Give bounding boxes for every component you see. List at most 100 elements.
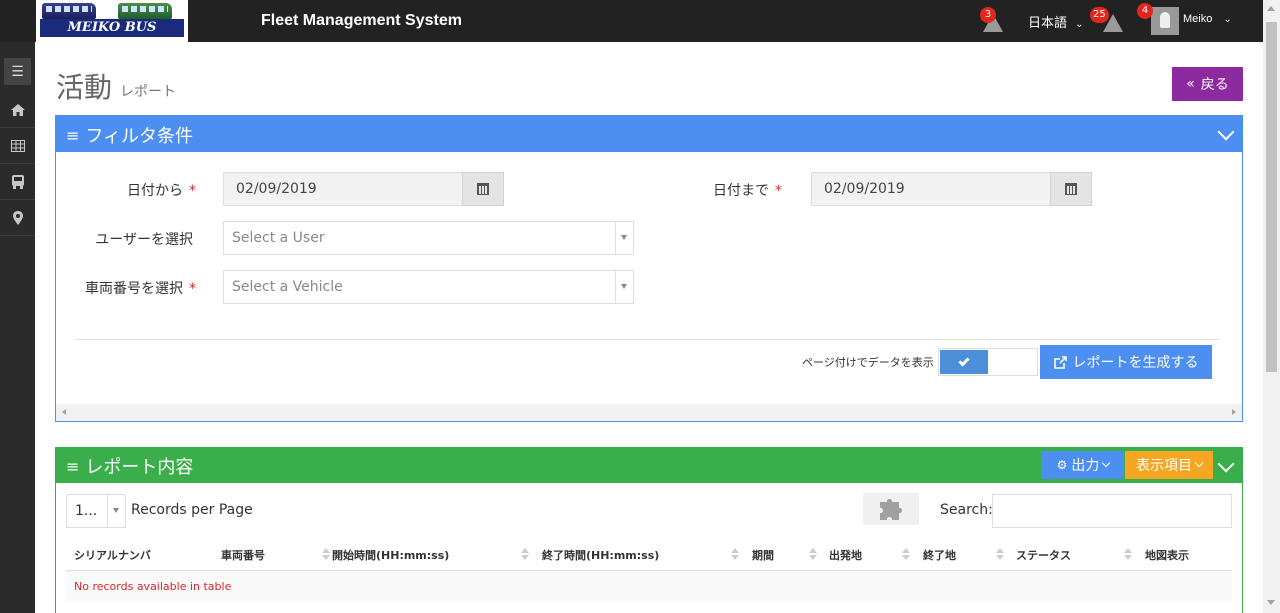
horizontal-scrollbar[interactable] [56,404,1242,421]
scroll-right-arrow-icon[interactable] [1232,409,1236,415]
language-label: 日本語 [1028,16,1068,31]
notifications-badge: 25 [1090,7,1109,23]
column-header-departure[interactable]: 出発地 [829,547,862,563]
column-header-status[interactable]: ステータス [1016,547,1071,563]
sort-icon[interactable] [1124,548,1132,560]
filter-panel-title: フィルタ条件 [85,126,194,147]
date-to-input[interactable]: 02/09/2019 [811,172,1051,206]
column-header-vehicle[interactable]: 車両番号 [221,547,265,563]
user-name: Meiko ⌄ [1183,13,1232,25]
bars-icon: ≡ [66,125,80,145]
pagination-toggle-label: ページ付けでデータを表示 [802,356,934,369]
app-title: Fleet Management System [261,12,462,29]
alerts-badge: 3 [980,7,996,23]
date-from-calendar-button[interactable] [462,172,504,206]
chevron-down-icon: ⌄ [1075,19,1084,30]
column-header-serial[interactable]: シリアルナンバ [74,547,151,563]
columns-button[interactable]: 表示項目 [1125,451,1213,479]
column-header-arrival[interactable]: 終了地 [923,547,956,563]
generate-report-button[interactable]: レポートを生成する [1040,345,1212,379]
logo-text: MEIKO BUS [40,19,184,37]
meiko-bus-logo[interactable]: MEIKO BUS [36,0,188,42]
back-button[interactable]: « 戻る [1172,67,1243,101]
column-header-map[interactable]: 地図表示 [1145,547,1189,563]
sidebar-item-vehicles[interactable] [0,164,35,200]
user-select-label: ユーザーを選択 [95,232,193,248]
page-subtitle: レポート [120,84,176,100]
column-header-start-time[interactable]: 開始時間(HH:mm:ss) [332,547,449,563]
column-header-end-time[interactable]: 終了時間(HH:mm:ss) [542,547,659,563]
bars-icon: ≡ [66,456,80,476]
chevron-down-icon: ⌄ [1223,14,1232,25]
sort-icon[interactable] [322,548,330,560]
report-panel: ≡ レポート内容 ⚙ 出力 表示項目 1... Records per Page… [55,447,1243,613]
column-header-duration[interactable]: 期間 [752,547,774,563]
map-marker-icon [12,210,23,225]
sidebar-item-table[interactable] [0,128,35,164]
calendar-icon [1065,183,1077,195]
scroll-left-arrow-icon[interactable] [62,409,66,415]
sort-icon[interactable] [809,548,817,560]
generate-report-label: レポートを生成する [1072,355,1199,371]
sidebar-item-home[interactable] [0,92,35,128]
export-label: 出力 [1071,458,1100,474]
sort-icon[interactable] [996,548,1004,560]
chevron-down-icon [1102,458,1111,468]
records-per-page-label: Records per Page [131,502,253,518]
vehicle-select[interactable]: Select a Vehicle [223,270,634,304]
empty-table-message: No records available in table [66,571,1232,601]
bus-graphic-right [118,3,172,19]
dropdown-caret-icon [615,222,633,254]
pagination-toggle[interactable] [938,348,1038,376]
sort-icon[interactable] [521,548,529,560]
dropdown-caret-icon [615,271,633,303]
chevron-down-icon [1194,458,1204,468]
language-dropdown[interactable]: 日本語 ⌄ [1028,12,1084,31]
page-title: 活動 [56,72,113,103]
avatar [1151,7,1179,35]
collapse-chevron-icon[interactable] [1217,123,1235,141]
user-select[interactable]: Select a User [223,221,634,255]
sort-icon[interactable] [731,548,739,560]
alerts-button[interactable]: 3 [980,7,1006,34]
dropdown-caret-icon [107,495,125,527]
toggle-on-indicator [940,350,988,374]
user-badge: 4 [1137,3,1153,19]
date-to-calendar-button[interactable] [1050,172,1092,206]
external-link-icon [1053,355,1067,369]
gears-icon: ⚙ [1056,458,1068,472]
date-from-input[interactable]: 02/09/2019 [223,172,463,206]
back-button-label: 戻る [1200,77,1229,93]
search-label: Search: [940,502,993,518]
records-per-page-select[interactable]: 1... [66,494,126,528]
per-page-value: 1... [75,503,98,519]
columns-label: 表示項目 [1136,458,1192,474]
calendar-icon [477,183,489,195]
sidebar: ☰ [0,42,35,613]
user-select-placeholder: Select a User [232,230,325,246]
date-from-label: 日付から * [127,183,196,199]
scrollbar-thumb[interactable] [1266,22,1277,372]
report-panel-title: レポート内容 [85,457,194,478]
search-input[interactable] [992,494,1232,528]
vertical-scrollbar[interactable] [1263,0,1280,613]
filter-panel: ≡ フィルタ条件 日付から * 02/09/2019 日付まで * 02/09/20… [55,115,1243,422]
filter-panel-header[interactable]: ≡ フィルタ条件 [56,116,1242,152]
sort-icon[interactable] [902,548,910,560]
top-navbar: MEIKO BUS Fleet Management System 3 日本語 … [0,0,1280,42]
sidebar-item-map[interactable] [0,200,35,236]
bus-graphic-left [42,3,96,19]
double-chevron-left-icon: « [1186,76,1195,92]
puzzle-icon [880,499,902,520]
scroll-up-arrow-icon[interactable] [1267,6,1275,11]
home-icon [10,103,25,116]
report-panel-header[interactable]: ≡ レポート内容 ⚙ 出力 表示項目 [56,448,1242,483]
column-plugin-button[interactable] [863,493,919,525]
export-button[interactable]: ⚙ 出力 [1042,451,1124,479]
scroll-down-arrow-icon[interactable] [1267,600,1275,605]
check-icon [958,354,970,367]
notifications-button[interactable]: 25 [1090,7,1126,34]
menu-icon[interactable]: ☰ [4,58,31,85]
date-to-label: 日付まで * [713,183,782,199]
collapse-chevron-icon[interactable] [1217,455,1235,473]
